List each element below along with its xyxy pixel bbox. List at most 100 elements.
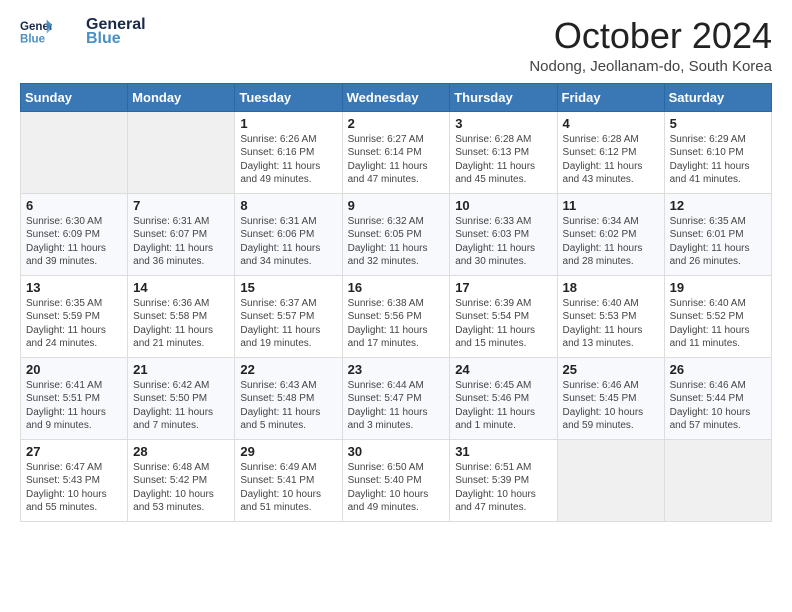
calendar-cell: 4 Sunrise: 6:28 AM Sunset: 6:12 PM Daylig…	[557, 111, 664, 193]
day-info: Sunrise: 6:51 AM Sunset: 5:39 PM Dayligh…	[455, 461, 551, 515]
day-number: 10	[455, 198, 551, 213]
calendar-cell: 26 Sunrise: 6:46 AM Sunset: 5:44 PM Dayli…	[664, 357, 771, 439]
day-info: Sunrise: 6:32 AM Sunset: 6:05 PM Dayligh…	[348, 215, 445, 269]
day-info: Sunrise: 6:34 AM Sunset: 6:02 PM Dayligh…	[563, 215, 659, 269]
day-info: Sunrise: 6:33 AM Sunset: 6:03 PM Dayligh…	[455, 215, 551, 269]
calendar-cell	[664, 439, 771, 521]
day-number: 14	[133, 280, 229, 295]
calendar-cell	[21, 111, 128, 193]
calendar-cell: 12 Sunrise: 6:35 AM Sunset: 6:01 PM Dayli…	[664, 193, 771, 275]
svg-text:Blue: Blue	[20, 34, 46, 46]
day-info: Sunrise: 6:42 AM Sunset: 5:50 PM Dayligh…	[133, 379, 229, 433]
day-info: Sunrise: 6:49 AM Sunset: 5:41 PM Dayligh…	[240, 461, 336, 515]
day-info: Sunrise: 6:45 AM Sunset: 5:46 PM Dayligh…	[455, 379, 551, 433]
calendar-cell: 21Sunrise: 6:42 AM Sunset: 5:50 PM Dayli…	[128, 357, 235, 439]
day-number: 2	[348, 116, 445, 131]
day-info: Sunrise: 6:29 AM Sunset: 6:10 PM Dayligh…	[670, 133, 766, 187]
day-number: 9	[348, 198, 445, 213]
day-info: Sunrise: 6:43 AM Sunset: 5:48 PM Dayligh…	[240, 379, 336, 433]
week-row-2: 6Sunrise: 6:30 AM Sunset: 6:09 PM Daylig…	[21, 193, 772, 275]
day-info: Sunrise: 6:36 AM Sunset: 5:58 PM Dayligh…	[133, 297, 229, 351]
calendar-cell: 27 Sunrise: 6:47 AM Sunset: 5:43 PM Dayli…	[21, 439, 128, 521]
day-number: 18	[563, 280, 659, 295]
calendar-cell: 31 Sunrise: 6:51 AM Sunset: 5:39 PM Dayli…	[450, 439, 557, 521]
calendar-cell: 17 Sunrise: 6:39 AM Sunset: 5:54 PM Dayli…	[450, 275, 557, 357]
day-number: 24	[455, 362, 551, 377]
calendar-table: SundayMondayTuesdayWednesdayThursdayFrid…	[20, 83, 772, 522]
day-info: Sunrise: 6:46 AM Sunset: 5:45 PM Dayligh…	[563, 379, 659, 433]
calendar-cell: 20 Sunrise: 6:41 AM Sunset: 5:51 PM Dayli…	[21, 357, 128, 439]
day-number: 17	[455, 280, 551, 295]
day-info: Sunrise: 6:48 AM Sunset: 5:42 PM Dayligh…	[133, 461, 229, 515]
calendar-cell: 9 Sunrise: 6:32 AM Sunset: 6:05 PM Daylig…	[342, 193, 450, 275]
day-info: Sunrise: 6:28 AM Sunset: 6:13 PM Dayligh…	[455, 133, 551, 187]
week-row-5: 27 Sunrise: 6:47 AM Sunset: 5:43 PM Dayli…	[21, 439, 772, 521]
day-number: 31	[455, 444, 551, 459]
day-info: Sunrise: 6:30 AM Sunset: 6:09 PM Dayligh…	[26, 215, 122, 269]
day-info: Sunrise: 6:39 AM Sunset: 5:54 PM Dayligh…	[455, 297, 551, 351]
day-info: Sunrise: 6:41 AM Sunset: 5:51 PM Dayligh…	[26, 379, 122, 433]
page: General Blue General Blue October 2024 N…	[0, 0, 792, 612]
calendar-cell	[557, 439, 664, 521]
weekday-header-friday: Friday	[557, 83, 664, 111]
calendar-cell: 25 Sunrise: 6:46 AM Sunset: 5:45 PM Dayli…	[557, 357, 664, 439]
weekday-header-row: SundayMondayTuesdayWednesdayThursdayFrid…	[21, 83, 772, 111]
day-info: Sunrise: 6:26 AM Sunset: 6:16 PM Dayligh…	[240, 133, 336, 187]
calendar-cell: 3Sunrise: 6:28 AM Sunset: 6:13 PM Daylig…	[450, 111, 557, 193]
calendar-cell: 8Sunrise: 6:31 AM Sunset: 6:06 PM Daylig…	[235, 193, 342, 275]
day-info: Sunrise: 6:31 AM Sunset: 6:07 PM Dayligh…	[133, 215, 229, 269]
day-number: 26	[670, 362, 766, 377]
calendar-cell: 7 Sunrise: 6:31 AM Sunset: 6:07 PM Daylig…	[128, 193, 235, 275]
day-info: Sunrise: 6:47 AM Sunset: 5:43 PM Dayligh…	[26, 461, 122, 515]
day-info: Sunrise: 6:50 AM Sunset: 5:40 PM Dayligh…	[348, 461, 445, 515]
day-info: Sunrise: 6:35 AM Sunset: 6:01 PM Dayligh…	[670, 215, 766, 269]
day-number: 1	[240, 116, 336, 131]
day-info: Sunrise: 6:37 AM Sunset: 5:57 PM Dayligh…	[240, 297, 336, 351]
location: Nodong, Jeollanam-do, South Korea	[529, 58, 772, 75]
calendar-cell: 28 Sunrise: 6:48 AM Sunset: 5:42 PM Dayli…	[128, 439, 235, 521]
day-number: 16	[348, 280, 445, 295]
calendar-cell: 15Sunrise: 6:37 AM Sunset: 5:57 PM Dayli…	[235, 275, 342, 357]
day-number: 13	[26, 280, 122, 295]
header: General Blue General Blue October 2024 N…	[20, 16, 772, 75]
day-info: Sunrise: 6:38 AM Sunset: 5:56 PM Dayligh…	[348, 297, 445, 351]
day-info: Sunrise: 6:46 AM Sunset: 5:44 PM Dayligh…	[670, 379, 766, 433]
calendar-cell: 1 Sunrise: 6:26 AM Sunset: 6:16 PM Daylig…	[235, 111, 342, 193]
day-info: Sunrise: 6:40 AM Sunset: 5:52 PM Dayligh…	[670, 297, 766, 351]
week-row-3: 13 Sunrise: 6:35 AM Sunset: 5:59 PM Dayli…	[21, 275, 772, 357]
day-number: 29	[240, 444, 336, 459]
calendar-cell: 23 Sunrise: 6:44 AM Sunset: 5:47 PM Dayli…	[342, 357, 450, 439]
calendar-cell: 5Sunrise: 6:29 AM Sunset: 6:10 PM Daylig…	[664, 111, 771, 193]
day-info: Sunrise: 6:35 AM Sunset: 5:59 PM Dayligh…	[26, 297, 122, 351]
calendar-cell: 30 Sunrise: 6:50 AM Sunset: 5:40 PM Dayli…	[342, 439, 450, 521]
calendar-cell: 2 Sunrise: 6:27 AM Sunset: 6:14 PM Daylig…	[342, 111, 450, 193]
day-number: 23	[348, 362, 445, 377]
day-number: 30	[348, 444, 445, 459]
calendar-cell: 10 Sunrise: 6:33 AM Sunset: 6:03 PM Dayli…	[450, 193, 557, 275]
week-row-4: 20 Sunrise: 6:41 AM Sunset: 5:51 PM Dayli…	[21, 357, 772, 439]
day-number: 4	[563, 116, 659, 131]
day-number: 25	[563, 362, 659, 377]
day-info: Sunrise: 6:27 AM Sunset: 6:14 PM Dayligh…	[348, 133, 445, 187]
month-title: October 2024	[529, 16, 772, 56]
calendar-cell: 29 Sunrise: 6:49 AM Sunset: 5:41 PM Dayli…	[235, 439, 342, 521]
weekday-header-thursday: Thursday	[450, 83, 557, 111]
week-row-1: 1 Sunrise: 6:26 AM Sunset: 6:16 PM Daylig…	[21, 111, 772, 193]
calendar-cell: 6Sunrise: 6:30 AM Sunset: 6:09 PM Daylig…	[21, 193, 128, 275]
day-number: 27	[26, 444, 122, 459]
day-info: Sunrise: 6:44 AM Sunset: 5:47 PM Dayligh…	[348, 379, 445, 433]
day-number: 20	[26, 362, 122, 377]
day-info: Sunrise: 6:40 AM Sunset: 5:53 PM Dayligh…	[563, 297, 659, 351]
calendar-cell	[128, 111, 235, 193]
day-number: 7	[133, 198, 229, 213]
day-number: 12	[670, 198, 766, 213]
calendar-cell: 22 Sunrise: 6:43 AM Sunset: 5:48 PM Dayli…	[235, 357, 342, 439]
weekday-header-tuesday: Tuesday	[235, 83, 342, 111]
logo: General Blue General Blue	[20, 16, 146, 48]
day-info: Sunrise: 6:28 AM Sunset: 6:12 PM Dayligh…	[563, 133, 659, 187]
day-number: 22	[240, 362, 336, 377]
calendar-cell: 13 Sunrise: 6:35 AM Sunset: 5:59 PM Dayli…	[21, 275, 128, 357]
day-number: 28	[133, 444, 229, 459]
calendar-cell: 14 Sunrise: 6:36 AM Sunset: 5:58 PM Dayli…	[128, 275, 235, 357]
title-block: October 2024 Nodong, Jeollanam-do, South…	[529, 16, 772, 75]
